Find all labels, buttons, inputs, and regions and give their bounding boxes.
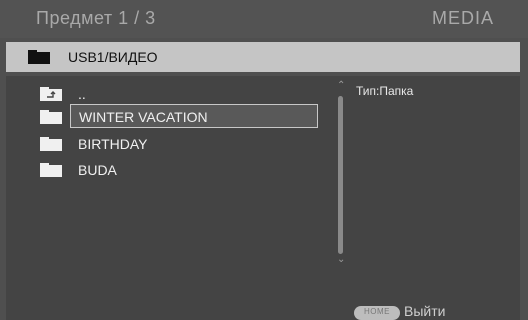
folder-icon — [40, 137, 62, 151]
header-bar: Предмет 1 / 3 MEDIA — [0, 0, 528, 38]
scroll-up-icon[interactable]: ⌃ — [337, 80, 345, 91]
folder-icon — [40, 163, 62, 177]
home-button-label: HOME — [364, 307, 390, 316]
list-item-label: BIRTHDAY — [78, 136, 148, 152]
list-item-parent[interactable]: .. — [70, 82, 86, 106]
media-label: MEDIA — [431, 8, 494, 28]
item-type-info: Тип:Папка — [356, 84, 414, 98]
exit-label: Выйти — [404, 303, 446, 319]
list-item-buda[interactable]: BUDA — [70, 158, 117, 182]
path-bar: USB1/ВИДЕО — [6, 42, 520, 72]
current-path: USB1/ВИДЕО — [68, 49, 158, 65]
folder-icon — [28, 50, 50, 64]
folder-up-icon — [40, 87, 62, 101]
scroll-down-icon[interactable]: ⌄ — [337, 254, 345, 265]
list-item-label: BUDA — [78, 162, 117, 178]
home-button-icon[interactable]: HOME — [354, 306, 400, 320]
list-item-winter-vacation[interactable]: WINTER VACATION — [70, 104, 318, 128]
scrollbar[interactable] — [338, 96, 343, 254]
list-item-label: .. — [78, 86, 86, 102]
list-item-label: WINTER VACATION — [79, 109, 208, 125]
folder-icon — [40, 110, 62, 124]
list-item-birthday[interactable]: BIRTHDAY — [70, 132, 148, 156]
item-counter-title: Предмет 1 / 3 — [36, 8, 156, 28]
